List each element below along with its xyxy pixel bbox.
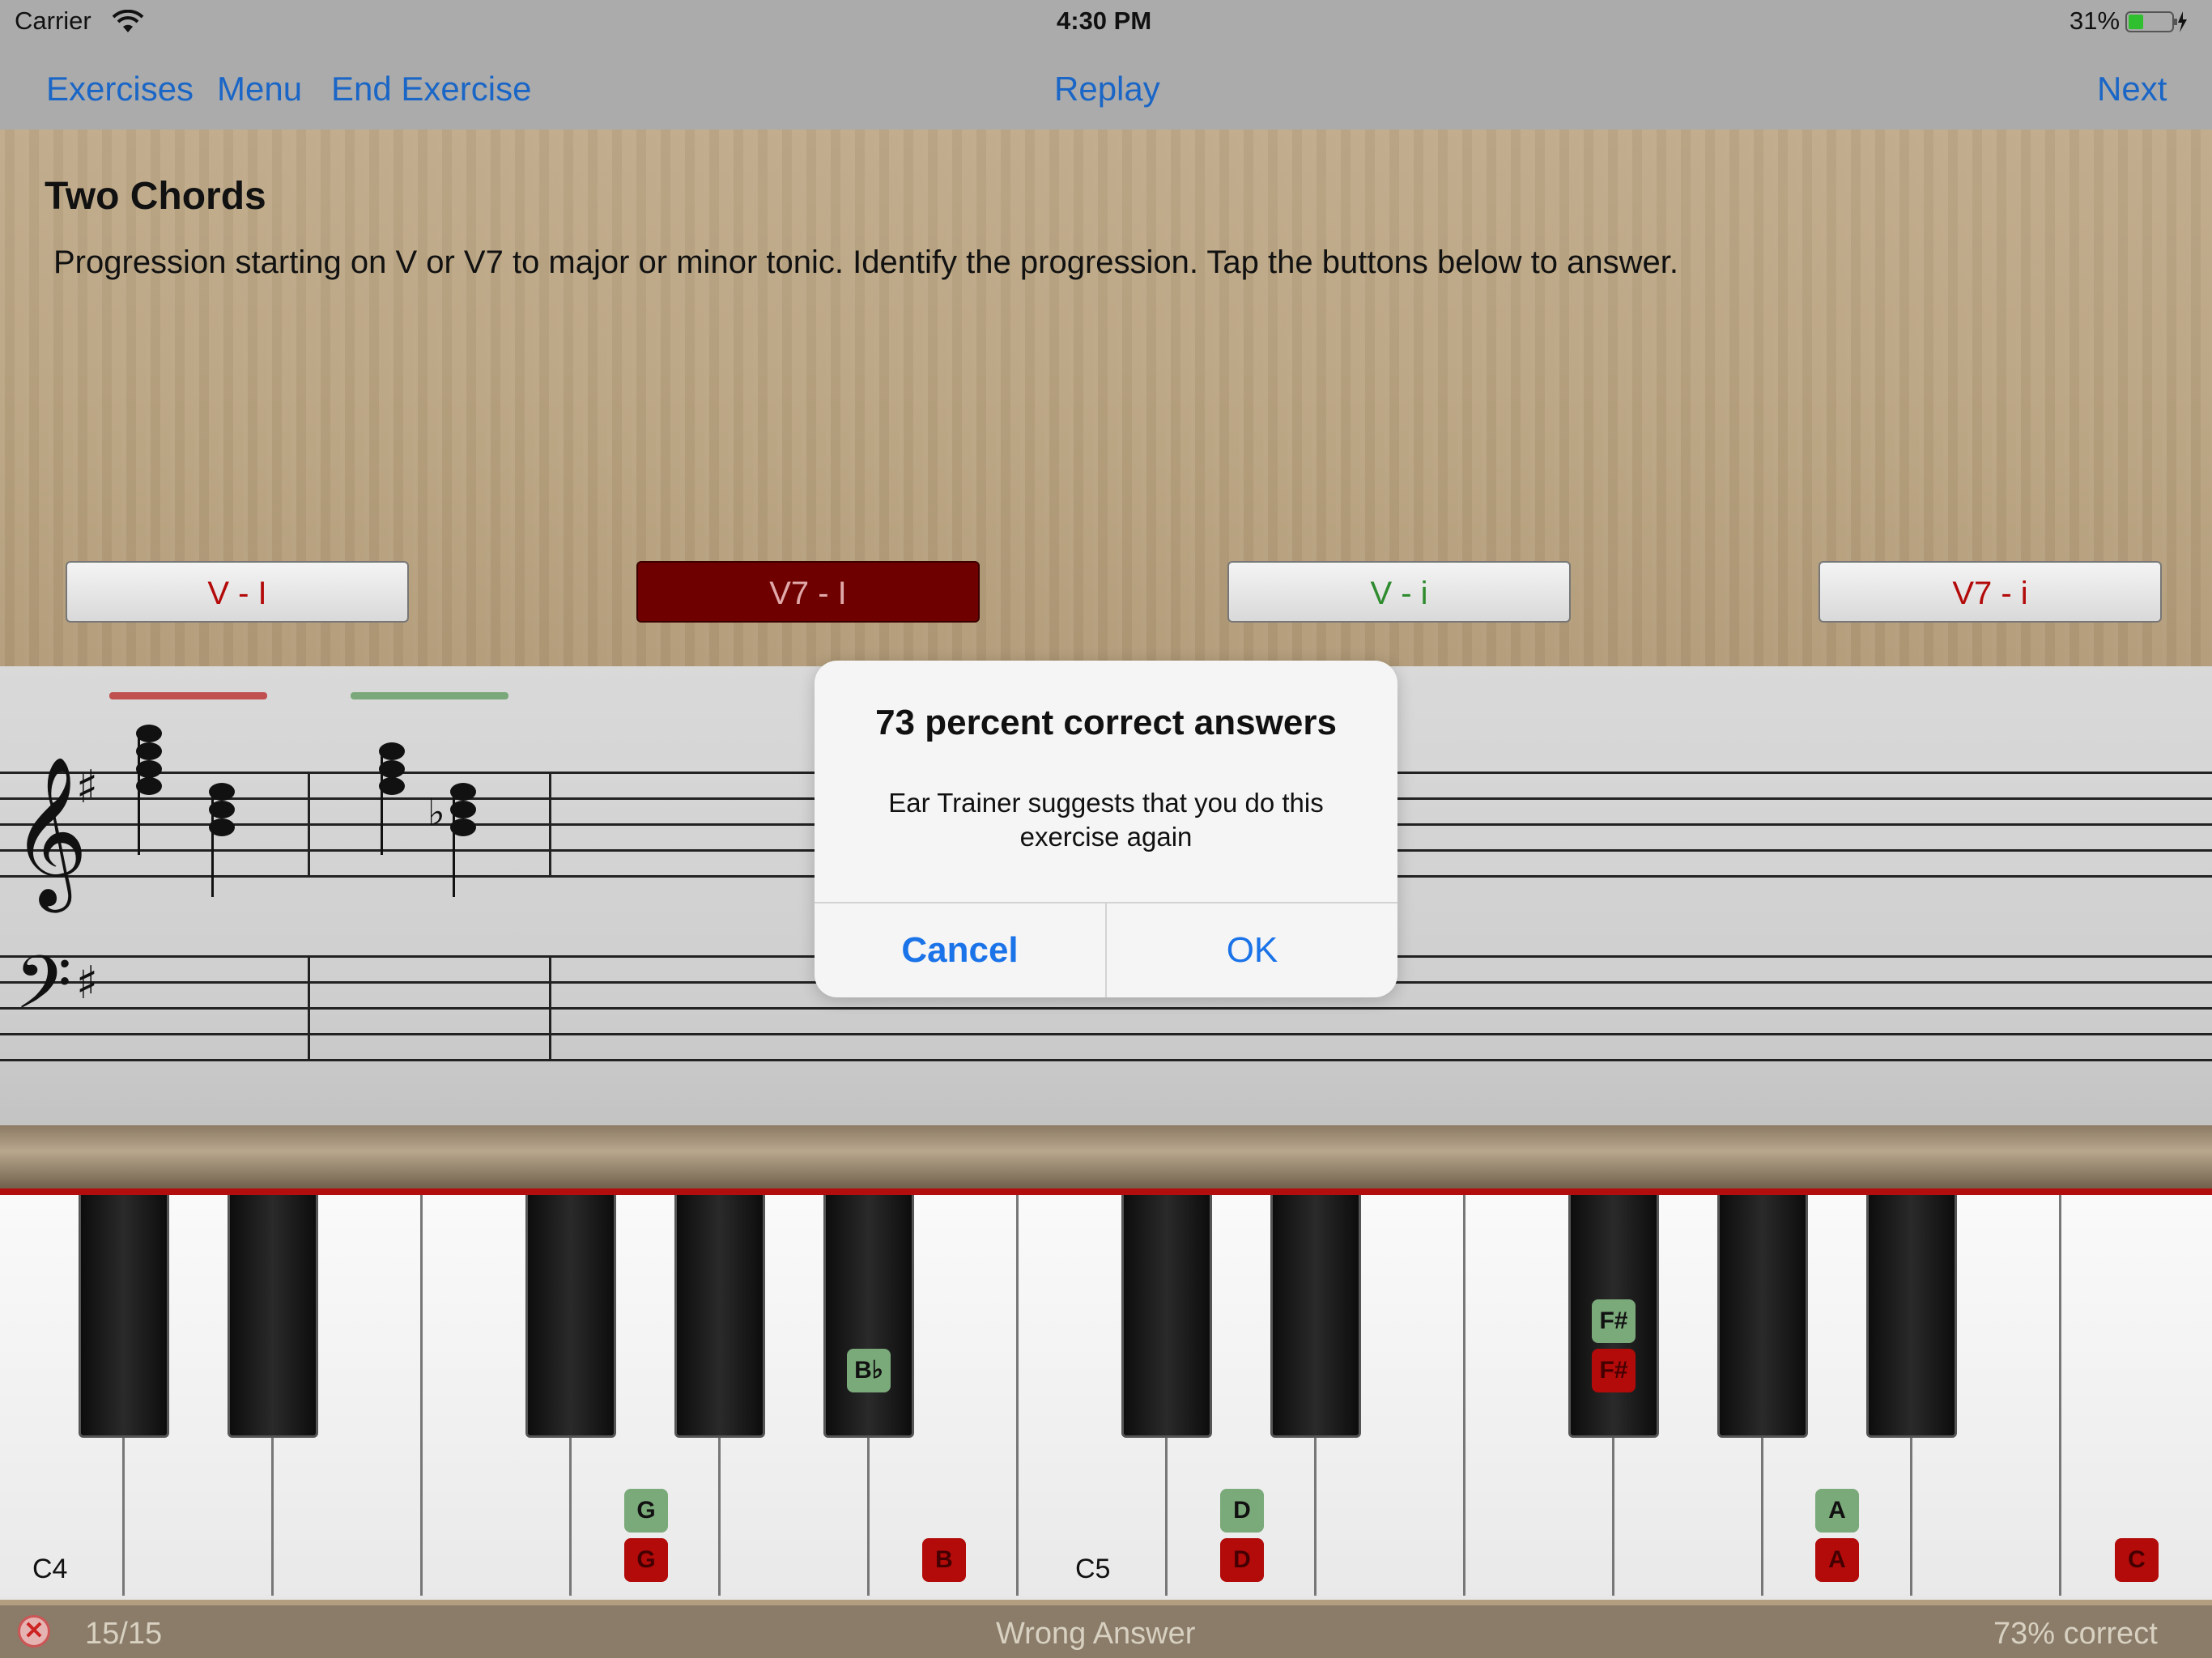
- wifi-icon: [112, 9, 144, 38]
- dialog-title: 73 percent correct answers: [875, 703, 1337, 742]
- black-key[interactable]: [228, 1195, 318, 1438]
- played-note-badge: G: [624, 1538, 668, 1582]
- octave-label-c4: C4: [32, 1554, 68, 1584]
- played-note-badge: F#: [1592, 1349, 1636, 1392]
- piano-keyboard[interactable]: C4 C5 G B♭ D F# A G B D F# A C: [0, 1195, 2212, 1600]
- black-key[interactable]: [1717, 1195, 1808, 1438]
- correct-note-badge: A: [1815, 1489, 1859, 1533]
- carrier-label: Carrier: [15, 6, 91, 35]
- dialog-message: Ear Trainer suggests that you do this ex…: [888, 788, 1324, 852]
- black-key[interactable]: [1121, 1195, 1212, 1438]
- clock: 4:30 PM: [1057, 6, 1152, 35]
- black-key[interactable]: [674, 1195, 765, 1438]
- piano-felt: [0, 1188, 2212, 1195]
- cancel-button[interactable]: Cancel: [815, 903, 1105, 997]
- end-exercise-button[interactable]: End Exercise: [331, 70, 531, 108]
- black-key[interactable]: [1866, 1195, 1957, 1438]
- exercise-description: Progression starting on V or V7 to major…: [53, 244, 1678, 280]
- chord-2-indicator: [351, 692, 508, 699]
- correct-note-badge: B♭: [847, 1349, 891, 1392]
- chord-1-indicator: [109, 692, 267, 699]
- correct-note-badge: G: [624, 1489, 668, 1533]
- bass-clef-icon: 𝄢: [15, 940, 72, 1044]
- white-key[interactable]: [2061, 1195, 2212, 1596]
- played-note-badge: B: [922, 1538, 966, 1582]
- exercise-title: Two Chords: [45, 175, 266, 218]
- wrong-answer-icon: ✕: [18, 1615, 50, 1647]
- score-percent: 73% correct: [1993, 1617, 2158, 1651]
- battery-icon: [2125, 10, 2189, 38]
- black-key[interactable]: [823, 1195, 914, 1438]
- next-button[interactable]: Next: [2097, 70, 2167, 108]
- answer-result: Wrong Answer: [996, 1617, 1196, 1651]
- score-alert-dialog: 73 percent correct answers Ear Trainer s…: [815, 661, 1397, 997]
- answer-button-v7-i-minor[interactable]: V7 - i: [1819, 561, 2162, 623]
- piano-fallboard: [0, 1125, 2212, 1190]
- svg-text:♭: ♭: [428, 790, 445, 834]
- black-key[interactable]: [79, 1195, 169, 1438]
- replay-button[interactable]: Replay: [1054, 70, 1160, 108]
- battery-percent: 31%: [2069, 6, 2121, 35]
- correct-note-badge: D: [1220, 1489, 1264, 1533]
- octave-label-c5: C5: [1075, 1554, 1111, 1584]
- chord-1-notes: [136, 725, 235, 897]
- chord-2-notes: ♭: [379, 742, 476, 897]
- treble-key-signature: ♯: [76, 761, 98, 814]
- black-key[interactable]: [525, 1195, 616, 1438]
- played-note-badge: C: [2115, 1538, 2159, 1582]
- menu-button[interactable]: Menu: [217, 70, 302, 108]
- played-note-badge: A: [1815, 1538, 1859, 1582]
- played-note-badge: D: [1220, 1538, 1264, 1582]
- answer-button-v-i[interactable]: V - I: [66, 561, 409, 623]
- bass-key-signature: ♯: [76, 957, 98, 1010]
- exercises-button[interactable]: Exercises: [46, 70, 194, 108]
- progress-count: 15/15: [85, 1617, 163, 1651]
- answer-button-v7-i-major[interactable]: V7 - I: [636, 561, 980, 623]
- ok-button[interactable]: OK: [1107, 903, 1397, 997]
- answer-button-v-i-minor[interactable]: V - i: [1227, 561, 1571, 623]
- black-key[interactable]: [1270, 1195, 1361, 1438]
- correct-note-badge: F#: [1592, 1299, 1636, 1343]
